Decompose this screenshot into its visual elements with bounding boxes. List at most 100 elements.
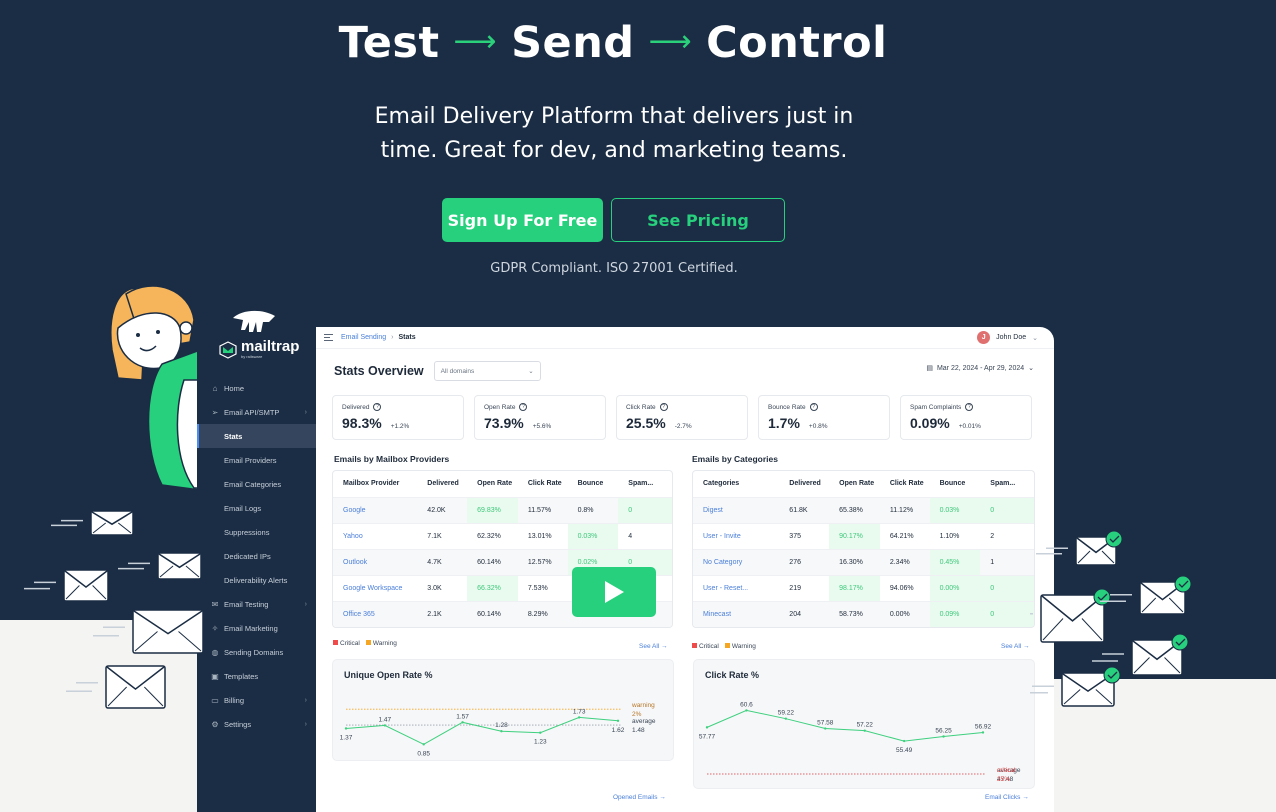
legend-warning: Warning <box>724 643 756 650</box>
table-cell: 0 <box>618 496 672 523</box>
row-link[interactable]: Google Workspace <box>333 574 418 601</box>
sidebar-item-suppressions[interactable]: Suppressions <box>197 520 317 544</box>
row-link[interactable]: Minecast <box>693 600 780 627</box>
column-header[interactable]: Open Rate <box>829 471 880 497</box>
help-icon[interactable]: ? <box>965 403 974 411</box>
sidebar-item-email-marketing[interactable]: ✧ Email Marketing <box>197 616 317 640</box>
column-header[interactable]: Mailbox Provider <box>333 471 417 497</box>
data-point[interactable] <box>863 729 866 732</box>
sidebar-item-email-api-smtp[interactable]: ➢ Email API/SMTP › <box>197 400 317 424</box>
sidebar-item-templates[interactable]: ▣ Templates <box>197 664 317 688</box>
column-header[interactable]: Spam... <box>980 471 1034 497</box>
data-point[interactable] <box>539 731 542 734</box>
column-header[interactable]: Click Rate <box>518 471 568 497</box>
column-header[interactable]: Categories <box>693 471 779 497</box>
sidebar-item-label: Email Categories <box>224 479 282 489</box>
column-header[interactable]: Open Rate <box>467 471 518 497</box>
row-link[interactable]: Yahoo <box>333 522 418 549</box>
sidebar-item-deliverability-alerts[interactable]: Deliverability Alerts <box>197 568 317 592</box>
data-label: 1.47 <box>379 716 392 723</box>
table-row[interactable]: No Category 276 16.30% 2.34% 0.45% 1 <box>693 548 1034 575</box>
kpi-delta: +0.8% <box>808 423 828 430</box>
data-point[interactable] <box>383 724 387 727</box>
row-link[interactable]: User - Reset... <box>693 574 780 601</box>
sidebar-item-sending-domains[interactable]: ◍ Sending Domains <box>197 640 317 664</box>
sidebar-nav: ⌂ Home ➢ Email API/SMTP › Stats Email Provider… <box>197 376 317 736</box>
table-cell: 66.32% <box>467 574 518 601</box>
row-link[interactable]: No Category <box>693 548 780 575</box>
data-point[interactable] <box>902 739 906 743</box>
mailtrap-logo[interactable]: mailtrap by railsware <box>219 339 299 359</box>
column-header[interactable]: Bounce <box>568 471 619 497</box>
data-point[interactable] <box>577 716 581 719</box>
data-point[interactable] <box>745 709 748 712</box>
table-row[interactable]: Yahoo 7.1K 62.32% 13.01% 0.03% 4 <box>333 522 672 549</box>
sidebar-item-email-categories[interactable]: Email Categories <box>197 472 317 496</box>
help-icon[interactable]: ? <box>659 403 668 411</box>
chevron-down-icon: ⌄ <box>1032 334 1038 342</box>
kpi-value: 73.9% <box>484 415 524 431</box>
data-point[interactable] <box>705 726 709 729</box>
help-icon[interactable]: ? <box>809 403 818 411</box>
help-icon[interactable]: ? <box>519 403 528 411</box>
table-cell: 204 <box>779 600 830 627</box>
play-video-button[interactable] <box>572 567 656 617</box>
data-label: 57.77 <box>699 733 716 740</box>
sidebar-item-dedicated-ips[interactable]: Dedicated IPs <box>197 544 317 568</box>
providers-see-all-link[interactable]: See All → <box>639 643 668 650</box>
data-point[interactable] <box>942 735 945 738</box>
table-row[interactable]: User - Reset... 219 98.17% 94.06% 0.00% 0 <box>693 574 1034 601</box>
sidebar-item-stats[interactable]: Stats <box>197 424 317 448</box>
table-cell: 2 <box>980 522 1034 549</box>
column-header[interactable]: Bounce <box>930 471 981 497</box>
opened-emails-link[interactable]: Opened Emails → <box>613 794 666 801</box>
open-rate-chart-card: Unique Open Rate % warning 2% average 1.48 1… <box>332 659 674 761</box>
gear-icon: ⚙ <box>211 719 219 729</box>
sidebar-item-billing[interactable]: ▭ Billing › <box>197 688 317 712</box>
data-point[interactable] <box>824 727 827 730</box>
row-link[interactable]: User - Invite <box>693 522 780 549</box>
data-point[interactable] <box>784 717 788 720</box>
table-row[interactable]: Google 42.0K 69.83% 11.57% 0.8% 0 <box>333 496 672 523</box>
row-link[interactable]: Google <box>333 496 418 523</box>
table-row[interactable]: Minecast 204 58.73% 0.00% 0.09% 0 <box>693 600 1034 627</box>
table-cell: 61.8K <box>779 496 830 523</box>
row-link[interactable]: Office 365 <box>333 600 418 627</box>
column-header[interactable]: Click Rate <box>880 471 930 497</box>
row-link[interactable]: Outlook <box>333 548 418 575</box>
sidebar-item-settings[interactable]: ⚙ Settings › <box>197 712 317 736</box>
email-clicks-link[interactable]: Email Clicks → <box>985 794 1029 801</box>
breadcrumb-current: Stats <box>398 334 416 341</box>
sidebar-item-label: Templates <box>224 671 259 681</box>
row-link[interactable]: Digest <box>693 496 780 523</box>
girl-illustration <box>110 285 201 491</box>
data-point[interactable] <box>461 721 464 724</box>
data-point[interactable] <box>422 743 425 746</box>
data-point[interactable] <box>616 719 620 722</box>
column-header[interactable]: Delivered <box>779 471 829 497</box>
kpi-value: 25.5% <box>626 415 666 431</box>
domain-select[interactable]: All domains ⌄ <box>433 361 541 381</box>
sign-up-button[interactable]: Sign Up For Free <box>442 198 603 242</box>
user-menu[interactable]: J John Doe ⌄ <box>977 331 1038 344</box>
data-point[interactable] <box>344 727 348 730</box>
categories-see-all-link[interactable]: See All → <box>1001 643 1030 650</box>
data-point[interactable] <box>981 731 985 734</box>
table-row[interactable]: User - Invite 375 90.17% 64.21% 1.10% 2 <box>693 522 1034 549</box>
table-row[interactable]: Digest 61.8K 65.38% 11.12% 0.03% 0 <box>693 496 1034 523</box>
help-icon[interactable]: ? <box>373 403 382 411</box>
sidebar-item-email-providers[interactable]: Email Providers <box>197 448 317 472</box>
see-pricing-button[interactable]: See Pricing <box>611 198 785 242</box>
sidebar-item-label: Email Testing <box>224 599 269 609</box>
sidebar-item-email-testing[interactable]: ✉ Email Testing › <box>197 592 317 616</box>
menu-icon[interactable] <box>324 332 333 343</box>
column-header[interactable]: Spam... <box>618 471 672 497</box>
hero-word-send: Send <box>511 18 635 68</box>
sidebar-item-home[interactable]: ⌂ Home <box>197 376 317 400</box>
table-header: Mailbox Provider Delivered Open Rate Click … <box>333 471 672 497</box>
date-range-picker[interactable]: ▤ Mar 22, 2024 - Apr 29, 2024 ⌄ <box>926 364 1034 373</box>
data-point[interactable] <box>500 730 503 733</box>
column-header[interactable]: Delivered <box>417 471 467 497</box>
sidebar-item-email-logs[interactable]: Email Logs <box>197 496 317 520</box>
breadcrumb-email-sending[interactable]: Email Sending <box>341 334 386 341</box>
